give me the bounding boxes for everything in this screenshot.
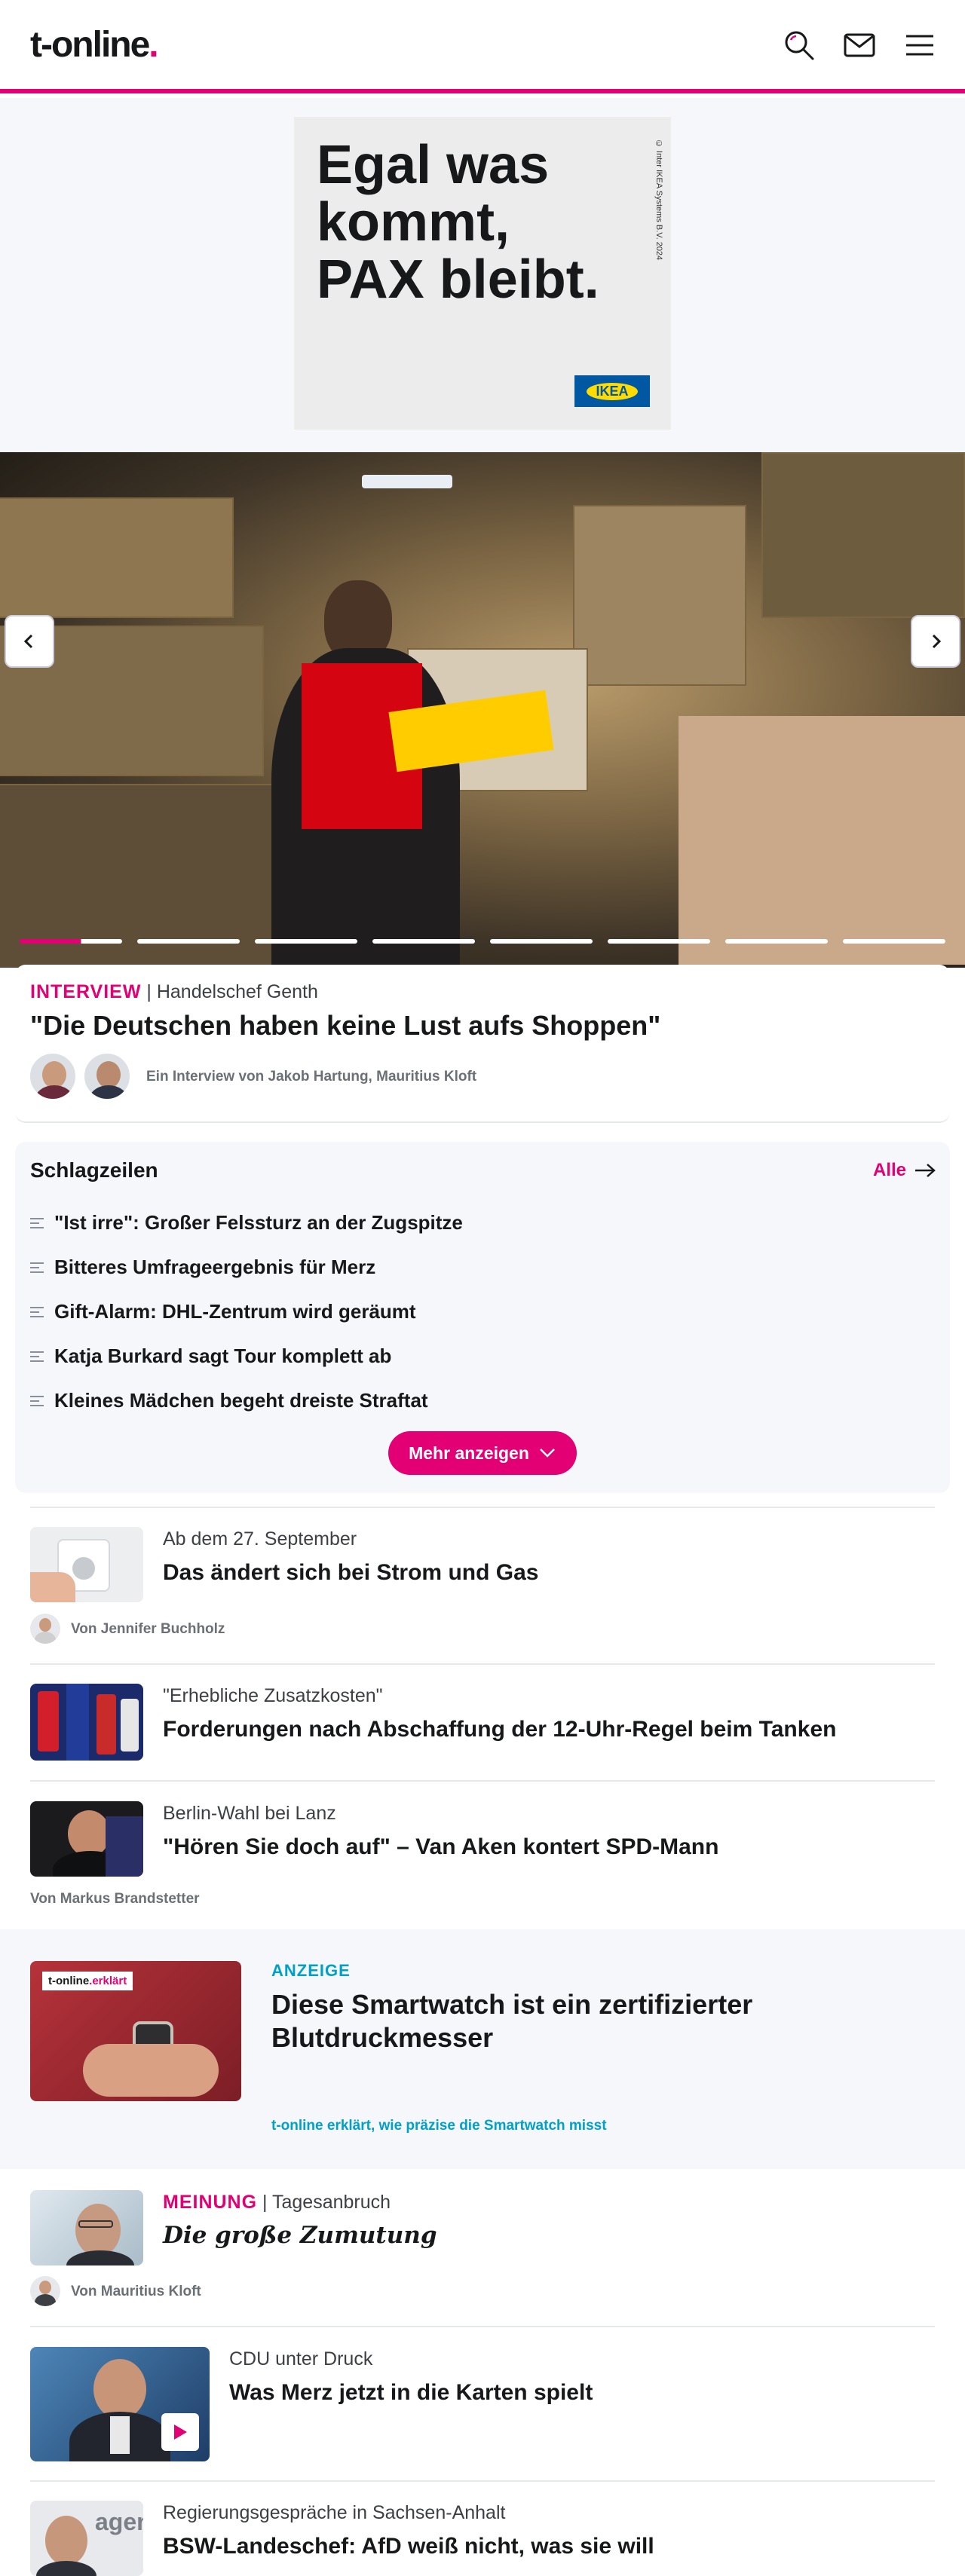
headline-item[interactable]: "Ist irre": Großer Felssturz an der Zugs… <box>30 1211 463 1234</box>
teaser-title[interactable]: Das ändert sich bei Strom und Gas <box>163 1560 538 1586</box>
author-avatar <box>30 2276 60 2306</box>
chevron-right-icon <box>932 634 942 649</box>
sponsored-thumbnail[interactable]: t-online.erklärt <box>30 1961 241 2101</box>
chevron-left-icon <box>23 634 33 649</box>
chevron-down-icon <box>539 1449 555 1458</box>
hero-box <box>761 452 965 618</box>
article-icon <box>30 1351 44 1362</box>
mail-icon[interactable] <box>843 29 876 62</box>
divider <box>30 1780 935 1782</box>
carousel-indicator[interactable] <box>843 939 945 944</box>
play-button[interactable] <box>161 2413 199 2451</box>
carousel-next-button[interactable] <box>911 615 960 668</box>
carousel-indicator[interactable] <box>255 939 357 944</box>
teaser-kicker: "Erhebliche Zusatzkosten" <box>163 1685 383 1706</box>
headline-item[interactable]: Gift-Alarm: DHL-Zentrum wird geräumt <box>30 1300 416 1323</box>
teaser-kicker: Regierungsgespräche in Sachsen-Anhalt <box>163 2502 506 2523</box>
headlines-all-link[interactable]: Alle <box>873 1160 936 1181</box>
hero-box <box>679 716 965 965</box>
article-icon <box>30 1217 44 1228</box>
search-icon[interactable] <box>783 29 816 62</box>
carousel-indicator[interactable] <box>20 939 122 944</box>
ad-copyright: © Inter IKEA Systems B.V. 2024 <box>654 139 663 261</box>
arrow-right-icon <box>915 1164 936 1177</box>
headlines-box: Schlagzeilen Alle "Ist irre": Großer Fel… <box>15 1142 950 1493</box>
author-avatar <box>30 1614 60 1644</box>
teaser-kicker: Berlin-Wahl bei Lanz <box>163 1803 336 1824</box>
ikea-logo: IKEA <box>574 375 650 407</box>
carousel-progress <box>20 939 945 944</box>
article-icon <box>30 1262 44 1273</box>
teaser-title[interactable]: Forderungen nach Abschaffung der 12-Uhr-… <box>163 1717 836 1742</box>
carousel-indicator[interactable] <box>137 939 240 944</box>
headlines-title: Schlagzeilen <box>30 1158 158 1182</box>
teaser-byline: Von Markus Brandstetter <box>30 1891 200 1907</box>
lead-kicker: INTERVIEW | Handelschef Genth <box>30 981 318 1002</box>
carousel-indicator[interactable] <box>725 939 828 944</box>
sponsored-label: ANZEIGE <box>271 1961 351 1980</box>
teaser-title[interactable]: Was Merz jetzt in die Karten spielt <box>229 2380 593 2406</box>
sponsored-title[interactable]: Diese Smartwatch ist ein zertifizierter … <box>271 1988 844 2054</box>
lead-title[interactable]: "Die Deutschen haben keine Lust aufs Sho… <box>30 1010 660 1042</box>
ad-line-3: PAX bleibt. <box>317 249 599 310</box>
menu-icon[interactable] <box>903 29 936 62</box>
sponsored-subline[interactable]: t-online erklärt, wie präzise die Smartw… <box>271 2118 607 2134</box>
teaser-thumbnail[interactable] <box>30 1527 143 1602</box>
teaser-thumbnail[interactable]: agen <box>30 2501 143 2576</box>
carousel-indicator[interactable] <box>372 939 475 944</box>
more-headlines-button[interactable]: Mehr anzeigen <box>388 1431 577 1475</box>
author-avatar <box>83 1052 131 1100</box>
lead-byline: Ein Interview von Jakob Hartung, Mauriti… <box>146 1069 477 1085</box>
divider <box>30 1663 935 1665</box>
article-icon <box>30 1395 44 1406</box>
opinion-kicker: MEINUNG | Tagesanbruch <box>163 2192 391 2213</box>
teaser-kicker: Ab dem 27. September <box>163 1528 357 1550</box>
hero-box <box>573 505 746 686</box>
opinion-title[interactable]: Die große Zumutung <box>163 2222 437 2249</box>
teaser-thumbnail[interactable] <box>30 1684 143 1761</box>
erklaert-badge: t-online.erklärt <box>42 1972 133 1990</box>
video-thumbnail[interactable] <box>30 2347 210 2461</box>
logo[interactable]: t-online. <box>30 24 159 66</box>
ad-line-1: Egal was <box>317 135 550 195</box>
divider <box>30 1507 935 1508</box>
carousel-prev-button[interactable] <box>5 615 54 668</box>
site-header: t-online. <box>0 0 965 93</box>
divider <box>30 2326 935 2327</box>
ad-banner-area: Egal was kommt, PAX bleibt. © Inter IKEA… <box>0 98 965 452</box>
headline-item[interactable]: Katja Burkard sagt Tour komplett ab <box>30 1345 391 1368</box>
headline-item[interactable]: Kleines Mädchen begeht dreiste Straftat <box>30 1389 428 1412</box>
teaser-title[interactable]: "Hören Sie doch auf" – Van Aken kontert … <box>163 1834 718 1860</box>
teaser-title[interactable]: BSW-Landeschef: AfD weiß nicht, was sie … <box>163 2534 654 2559</box>
ikea-advertisement[interactable]: Egal was kommt, PAX bleibt. © Inter IKEA… <box>294 117 671 430</box>
author-avatar <box>29 1052 77 1100</box>
teaser-thumbnail[interactable] <box>30 1801 143 1877</box>
headline-item[interactable]: Bitteres Umfrageergebnis für Merz <box>30 1256 375 1279</box>
hero-lamp <box>362 475 452 488</box>
divider <box>30 2480 935 2482</box>
lead-article-card[interactable]: INTERVIEW | Handelschef Genth "Die Deuts… <box>15 965 950 1123</box>
hero-image-carousel[interactable] <box>0 452 965 968</box>
hero-box <box>0 497 234 618</box>
opinion-thumbnail[interactable] <box>30 2190 143 2265</box>
teaser-byline: Von Jennifer Buchholz <box>71 1621 225 1637</box>
carousel-indicator[interactable] <box>608 939 710 944</box>
carousel-indicator[interactable] <box>490 939 593 944</box>
article-icon <box>30 1306 44 1317</box>
play-icon <box>174 2425 187 2440</box>
sponsored-teaser[interactable]: t-online.erklärt ANZEIGE Diese Smartwatc… <box>0 1929 965 2169</box>
ad-line-2: kommt, <box>317 192 510 252</box>
opinion-byline: Von Mauritius Kloft <box>71 2284 201 2299</box>
teaser-kicker: CDU unter Druck <box>229 2348 373 2369</box>
